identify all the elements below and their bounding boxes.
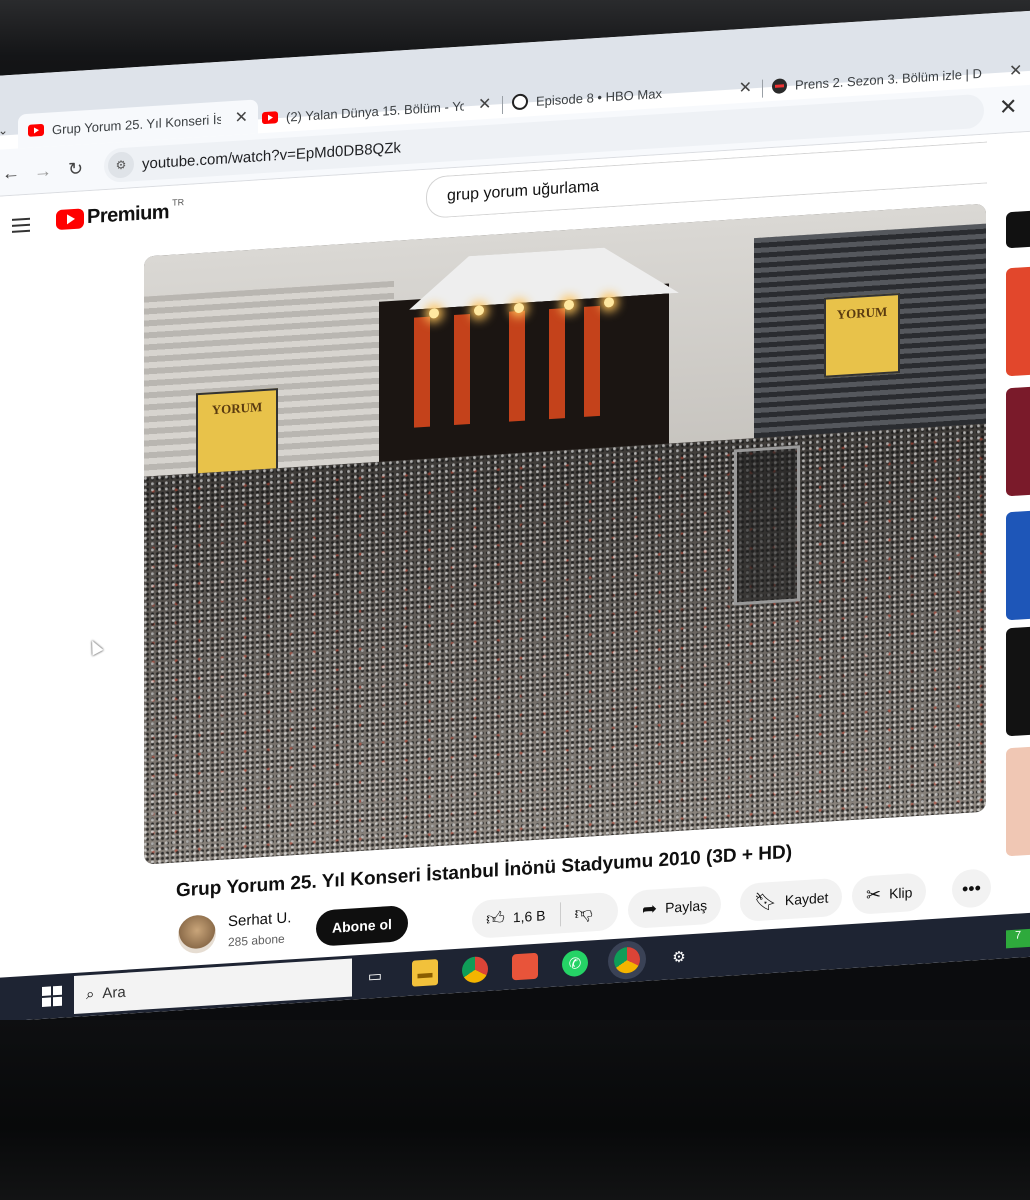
like-dislike-group: 👍︎ 1,6 B 👎︎ <box>472 891 618 939</box>
menu-icon[interactable] <box>12 214 30 237</box>
channel-avatar[interactable] <box>178 914 216 955</box>
monitor-screen: ⌄ Grup Yorum 25. Yıl Konseri İstan ✕ (2)… <box>0 10 1030 1023</box>
right-rail-thumb[interactable] <box>1006 510 1030 621</box>
task-view-icon[interactable]: ▭ <box>362 962 388 990</box>
channel-name[interactable]: Serhat U. <box>228 909 291 930</box>
right-rail-thumb[interactable] <box>1006 746 1030 857</box>
like-divider <box>559 902 561 927</box>
clip-button[interactable]: ✂ Klip <box>852 872 927 916</box>
mouse-cursor-icon <box>86 637 104 656</box>
tray-badge[interactable]: 7 <box>1006 928 1030 949</box>
hbo-icon <box>512 93 528 111</box>
close-icon[interactable]: ✕ <box>739 77 752 98</box>
share-button[interactable]: ➦ Paylaş <box>628 885 722 930</box>
windows-start-icon[interactable] <box>42 985 62 1007</box>
video-led-screen-right: YORUM <box>824 292 900 378</box>
tab-divider <box>502 95 503 115</box>
more-icon: ••• <box>962 877 981 900</box>
video-curtain <box>584 305 600 417</box>
subscribe-button[interactable]: Abone ol <box>316 904 408 947</box>
video-curtain <box>414 316 430 428</box>
tab-label: Grup Yorum 25. Yıl Konseri İstan <box>52 111 221 137</box>
youtube-icon <box>262 111 278 125</box>
youtube-icon <box>28 123 44 137</box>
search-icon: ⌕ <box>86 985 95 1003</box>
like-icon[interactable]: 👍︎ <box>486 908 505 929</box>
site-icon <box>772 77 787 94</box>
tab-divider <box>762 79 763 98</box>
led-screen-text: YORUM <box>211 399 263 418</box>
more-actions-button[interactable]: ••• <box>952 868 991 909</box>
share-label: Paylaş <box>665 897 708 916</box>
right-rail-thumb[interactable] <box>1006 210 1030 249</box>
close-icon[interactable]: ✕ <box>1009 60 1022 81</box>
chrome-app-icon[interactable] <box>512 952 538 981</box>
youtube-play-icon <box>56 207 84 230</box>
forward-arrow-icon[interactable]: → <box>34 160 52 182</box>
close-window-icon[interactable]: ✕ <box>999 94 1017 121</box>
back-arrow-icon[interactable]: ← <box>2 162 20 184</box>
reload-icon[interactable]: ↻ <box>68 158 83 180</box>
video-player[interactable]: YORUM YORUM <box>144 203 986 865</box>
like-count[interactable]: 1,6 B <box>513 907 546 925</box>
save-button[interactable]: 🔖︎ Kaydet <box>740 877 843 923</box>
close-icon[interactable]: ✕ <box>235 107 248 128</box>
video-curtain <box>549 308 565 420</box>
clip-label: Klip <box>889 884 913 902</box>
taskbar-search-label: Ara <box>102 983 126 1002</box>
save-label: Kaydet <box>784 889 829 909</box>
right-rail-thumb[interactable] <box>1006 626 1030 737</box>
tab-label: (2) Yalan Dünya 15. Bölüm - Yo <box>286 97 464 125</box>
video-crowd <box>144 423 986 865</box>
bookmark-icon: 🔖︎ <box>754 890 777 913</box>
subscriber-count: 285 abone <box>228 931 285 950</box>
share-icon: ➦ <box>642 898 658 920</box>
file-explorer-icon[interactable]: ▬ <box>412 959 438 987</box>
scissors-icon: ✂ <box>866 884 882 906</box>
right-rail-thumb[interactable] <box>1006 386 1030 497</box>
dislike-icon[interactable]: 👎︎ <box>575 902 593 923</box>
led-screen-text: YORUM <box>836 303 888 322</box>
video-curtain <box>454 314 470 426</box>
close-icon[interactable]: ✕ <box>478 94 491 115</box>
tab-label: Episode 8 • HBO Max <box>536 85 662 109</box>
video-sound-tower <box>734 445 800 606</box>
right-rail-thumb[interactable] <box>1006 266 1030 377</box>
region-label: TR <box>172 196 185 208</box>
tab-search-chevron-icon[interactable]: ⌄ <box>0 123 8 138</box>
site-settings-icon[interactable]: ⚙ <box>108 151 134 179</box>
monitor-bezel-bottom <box>0 1020 1030 1200</box>
video-curtain <box>509 310 525 422</box>
video-led-screen-left: YORUM <box>196 388 278 480</box>
